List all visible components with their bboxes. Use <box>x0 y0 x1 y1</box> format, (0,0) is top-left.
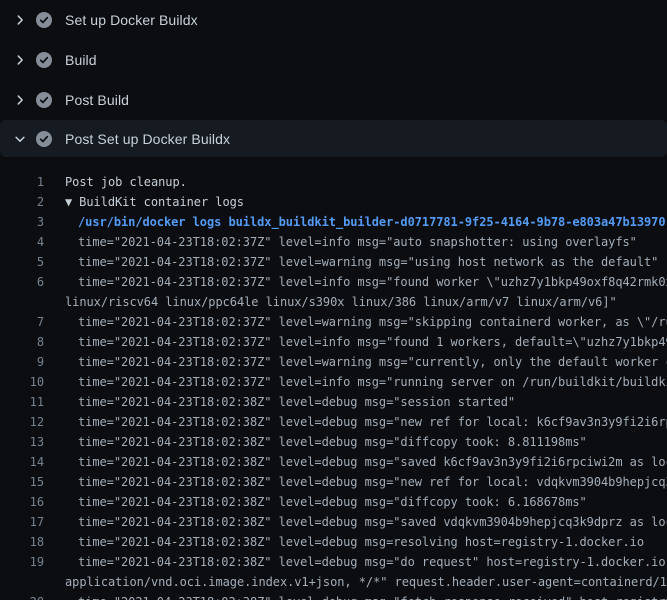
chevron-right-icon <box>13 53 27 67</box>
log-text: time="2021-04-23T18:02:37Z" level=warnin… <box>78 315 667 329</box>
log-text: time="2021-04-23T18:02:38Z" level=debug … <box>78 595 667 600</box>
check-circle-icon <box>36 92 52 108</box>
log-line: 15 time="2021-04-23T18:02:38Z" level=deb… <box>0 472 667 492</box>
log-text: time="2021-04-23T18:02:38Z" level=debug … <box>78 475 667 489</box>
line-number[interactable]: 2 <box>0 192 44 212</box>
check-circle-icon <box>36 52 52 68</box>
line-number[interactable]: 20 <box>0 592 44 600</box>
log-line: 4 time="2021-04-23T18:02:37Z" level=info… <box>0 232 667 252</box>
line-number[interactable] <box>0 292 44 312</box>
log-text: time="2021-04-23T18:02:38Z" level=debug … <box>78 395 515 409</box>
line-number[interactable]: 3 <box>0 212 44 232</box>
step-row-0[interactable]: Set up Docker Buildx <box>0 0 667 40</box>
log-line: 18 time="2021-04-23T18:02:38Z" level=deb… <box>0 532 667 552</box>
line-number[interactable]: 8 <box>0 332 44 352</box>
log-text: linux/riscv64 linux/ppc64le linux/s390x … <box>65 295 617 309</box>
line-number[interactable]: 10 <box>0 372 44 392</box>
log-text: time="2021-04-23T18:02:38Z" level=debug … <box>78 555 667 569</box>
line-number[interactable] <box>0 572 44 592</box>
log-line: application/vnd.oci.image.index.v1+json,… <box>0 572 667 592</box>
log-line: 16 time="2021-04-23T18:02:38Z" level=deb… <box>0 492 667 512</box>
line-number[interactable]: 11 <box>0 392 44 412</box>
log-text: time="2021-04-23T18:02:37Z" level=info m… <box>78 335 667 349</box>
log-line: 3 /usr/bin/docker logs buildx_buildkit_b… <box>0 212 667 232</box>
log-text: time="2021-04-23T18:02:38Z" level=debug … <box>78 535 644 549</box>
log-text: Post job cleanup. <box>65 175 187 189</box>
log-text: application/vnd.oci.image.index.v1+json,… <box>65 575 667 589</box>
line-number[interactable]: 17 <box>0 512 44 532</box>
actions-log-viewer: { "colors": { "page_bg": "#0b0d11", "exp… <box>0 0 667 600</box>
line-number[interactable]: 9 <box>0 352 44 372</box>
line-number[interactable]: 5 <box>0 252 44 272</box>
log-line: 12 time="2021-04-23T18:02:38Z" level=deb… <box>0 412 667 432</box>
line-number[interactable]: 12 <box>0 412 44 432</box>
log-line: 19 time="2021-04-23T18:02:38Z" level=deb… <box>0 552 667 572</box>
chevron-right-icon <box>13 93 27 107</box>
log-text: time="2021-04-23T18:02:37Z" level=info m… <box>78 375 667 389</box>
step-row-1[interactable]: Build <box>0 40 667 80</box>
log-line: 7 time="2021-04-23T18:02:37Z" level=warn… <box>0 312 667 332</box>
log-text: /usr/bin/docker logs buildx_buildkit_bui… <box>78 215 666 229</box>
log-line: 13 time="2021-04-23T18:02:38Z" level=deb… <box>0 432 667 452</box>
line-number[interactable]: 16 <box>0 492 44 512</box>
log-line: 2 ▼ BuildKit container logs <box>0 192 667 212</box>
log-line: 11 time="2021-04-23T18:02:38Z" level=deb… <box>0 392 667 412</box>
log-text: time="2021-04-23T18:02:38Z" level=debug … <box>78 455 667 469</box>
line-number[interactable]: 13 <box>0 432 44 452</box>
line-number[interactable]: 6 <box>0 272 44 292</box>
log-line: 1 Post job cleanup. <box>0 172 667 192</box>
log-line: 10 time="2021-04-23T18:02:37Z" level=inf… <box>0 372 667 392</box>
step-label: Set up Docker Buildx <box>65 12 198 28</box>
check-circle-icon <box>36 12 52 28</box>
log-area: 1 Post job cleanup. 2 ▼ BuildKit containe… <box>0 157 667 600</box>
log-line: 9 time="2021-04-23T18:02:37Z" level=warn… <box>0 352 667 372</box>
log-text: time="2021-04-23T18:02:38Z" level=debug … <box>78 415 667 429</box>
step-row-3[interactable]: Post Set up Docker Buildx <box>0 120 667 157</box>
step-row-2[interactable]: Post Build <box>0 80 667 120</box>
steps-list: Set up Docker Buildx Build <box>0 0 667 157</box>
line-number[interactable]: 19 <box>0 552 44 572</box>
chevron-down-icon <box>13 132 27 146</box>
log-line: 6 time="2021-04-23T18:02:37Z" level=info… <box>0 272 667 292</box>
log-line: 8 time="2021-04-23T18:02:37Z" level=info… <box>0 332 667 352</box>
line-number[interactable]: 14 <box>0 452 44 472</box>
log-text: time="2021-04-23T18:02:37Z" level=warnin… <box>78 255 658 269</box>
line-number[interactable]: 1 <box>0 172 44 192</box>
check-circle-icon <box>36 131 52 147</box>
log-text: time="2021-04-23T18:02:37Z" level=warnin… <box>78 355 667 369</box>
log-line: 17 time="2021-04-23T18:02:38Z" level=deb… <box>0 512 667 532</box>
line-number[interactable]: 15 <box>0 472 44 492</box>
line-number[interactable]: 18 <box>0 532 44 552</box>
log-line: 5 time="2021-04-23T18:02:37Z" level=warn… <box>0 252 667 272</box>
log-text: time="2021-04-23T18:02:37Z" level=info m… <box>78 275 667 289</box>
log-line: 14 time="2021-04-23T18:02:38Z" level=deb… <box>0 452 667 472</box>
step-label: Build <box>65 52 97 68</box>
step-label: Post Set up Docker Buildx <box>65 131 230 147</box>
log-line: linux/riscv64 linux/ppc64le linux/s390x … <box>0 292 667 312</box>
log-text: BuildKit container logs <box>79 195 244 209</box>
log-text: time="2021-04-23T18:02:38Z" level=debug … <box>78 435 587 449</box>
log-text: time="2021-04-23T18:02:38Z" level=debug … <box>78 515 667 529</box>
chevron-right-icon <box>13 13 27 27</box>
log-text: time="2021-04-23T18:02:38Z" level=debug … <box>78 495 587 509</box>
log-text: time="2021-04-23T18:02:37Z" level=info m… <box>78 235 637 249</box>
line-number[interactable]: 7 <box>0 312 44 332</box>
collapse-triangle-icon[interactable]: ▼ <box>65 195 72 209</box>
log-line: 20 time="2021-04-23T18:02:38Z" level=deb… <box>0 592 667 600</box>
step-label: Post Build <box>65 92 129 108</box>
line-number[interactable]: 4 <box>0 232 44 252</box>
